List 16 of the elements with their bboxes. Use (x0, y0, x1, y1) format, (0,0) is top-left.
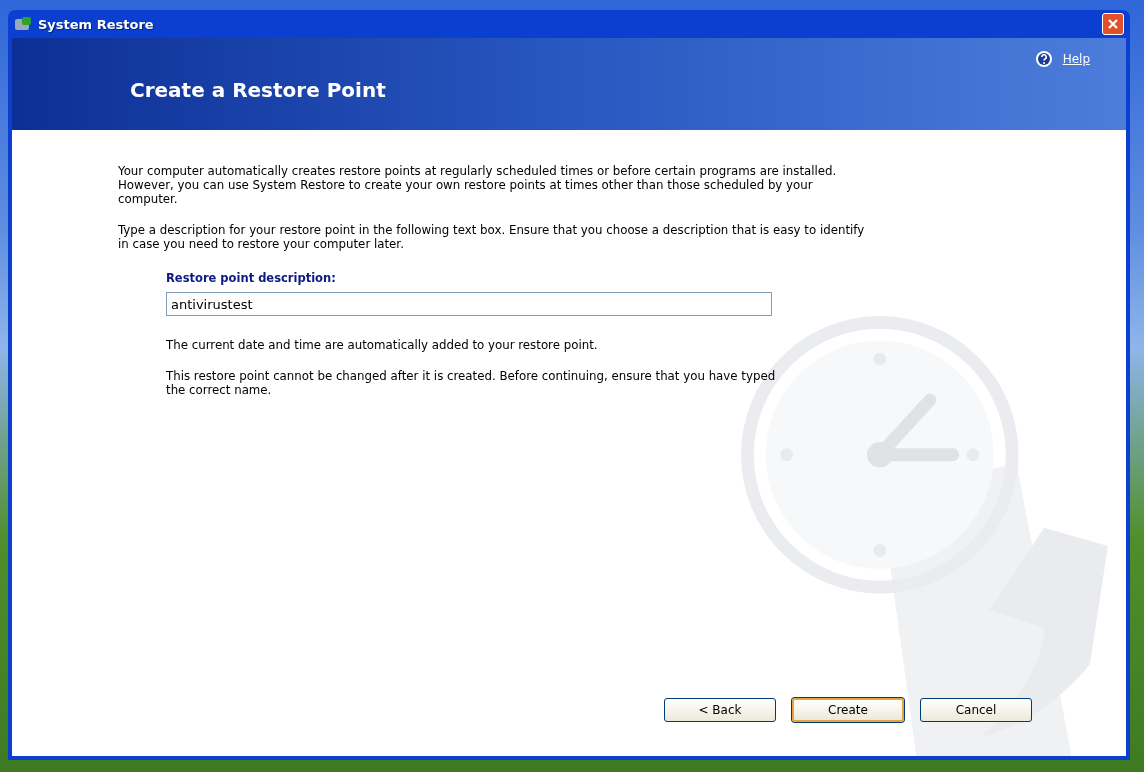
dialog-button[interactable]: < Back (664, 698, 776, 722)
close-icon (1107, 18, 1119, 30)
note-text: The current date and time are automatically added to your restore point. (166, 338, 599, 352)
help-link[interactable]: Help (1062, 52, 1090, 66)
description-input[interactable]: antivirustest (166, 292, 772, 316)
page-title: Create a Restore Point (130, 78, 386, 102)
help-icon (1034, 50, 1053, 68)
instruction-text: Type a description for your restore point in the following text box. Ensure that you choose a description that is easy to identify in case you need to restore your computer later. (118, 223, 866, 251)
close-button[interactable] (1102, 13, 1124, 35)
instruction-text: Your computer automatically creates restore points at regularly scheduled times or before certain programs are installed. However, you can use System Restore to create your own restore points at times other than those scheduled by your computer. (118, 164, 838, 206)
field-label: Restore point description: (166, 271, 337, 285)
window-title: System Restore (38, 16, 155, 32)
note-text: This restore point cannot be changed after it is created. Before continuing, ensure that you have typed the correct name. (166, 369, 776, 397)
dialog-button[interactable]: Cancel (920, 698, 1032, 722)
dialog-button[interactable]: Create (792, 698, 904, 722)
restore-app-icon (14, 16, 32, 32)
